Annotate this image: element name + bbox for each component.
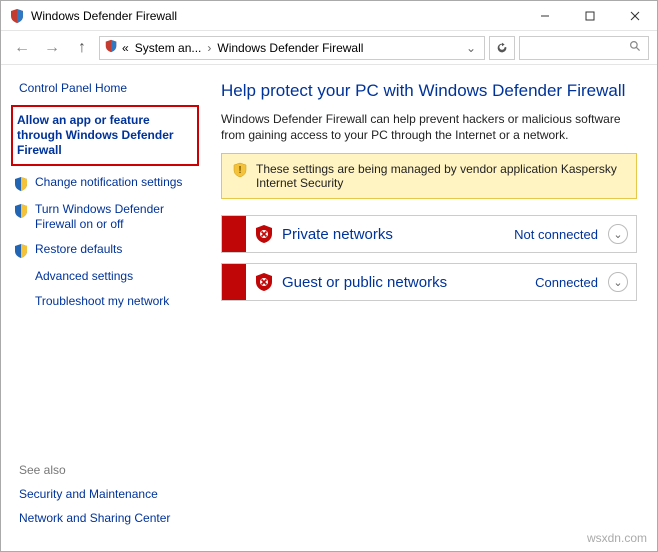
see-also-header: See also	[19, 463, 195, 477]
shield-icon	[13, 243, 29, 259]
sidebar-item-troubleshoot[interactable]: Troubleshoot my network	[9, 289, 201, 314]
sidebar: Control Panel Home Allow an app or featu…	[1, 65, 209, 551]
shield-icon	[13, 176, 29, 192]
control-panel-home-link[interactable]: Control Panel Home	[9, 79, 201, 105]
network-status: Connected	[535, 275, 598, 290]
breadcrumb-dropdown-icon[interactable]: ⌄	[462, 41, 480, 55]
sidebar-item-label: Advanced settings	[35, 269, 133, 284]
status-redbar	[222, 216, 246, 252]
refresh-button[interactable]	[489, 36, 515, 60]
network-status: Not connected	[514, 227, 598, 242]
sidebar-item-label: Allow an app or feature through Windows …	[17, 113, 191, 158]
page-description: Windows Defender Firewall can help preve…	[221, 111, 637, 143]
sidebar-item-allow-app[interactable]: Allow an app or feature through Windows …	[11, 105, 199, 166]
sidebar-item-label: Turn Windows Defender Firewall on or off	[35, 202, 195, 232]
breadcrumb[interactable]: « System an... › Windows Defender Firewa…	[99, 36, 485, 60]
search-icon	[629, 40, 642, 56]
warning-text: These settings are being managed by vend…	[256, 162, 626, 190]
sidebar-item-label: Troubleshoot my network	[35, 294, 169, 309]
up-button[interactable]: ↑	[69, 35, 95, 61]
firewall-app-icon	[9, 8, 25, 24]
breadcrumb-root-symbol: «	[120, 41, 131, 55]
sidebar-item-label: Restore defaults	[35, 242, 122, 257]
chevron-right-icon: ›	[205, 41, 213, 55]
network-name: Private networks	[282, 226, 514, 243]
watermark-text: wsxdn.com	[587, 531, 647, 545]
chevron-down-icon[interactable]: ⌄	[608, 224, 628, 244]
minimize-button[interactable]	[522, 1, 567, 31]
address-bar: ← → ↑ « System an... › Windows Defender …	[1, 31, 657, 65]
back-button[interactable]: ←	[9, 35, 35, 61]
search-input[interactable]	[519, 36, 649, 60]
shield-icon	[13, 203, 29, 219]
forward-button[interactable]: →	[39, 35, 65, 61]
chevron-down-icon[interactable]: ⌄	[608, 272, 628, 292]
network-section-private[interactable]: Private networks Not connected ⌄	[221, 215, 637, 253]
warning-icon: !	[232, 162, 248, 190]
see-also-link-security[interactable]: Security and Maintenance	[19, 487, 195, 501]
breadcrumb-root-icon	[104, 39, 118, 56]
see-also-link-network[interactable]: Network and Sharing Center	[19, 511, 195, 525]
sidebar-item-advanced-settings[interactable]: Advanced settings	[9, 264, 201, 289]
svg-text:!: !	[238, 165, 241, 176]
status-redbar	[222, 264, 246, 300]
breadcrumb-item[interactable]: Windows Defender Firewall	[215, 41, 365, 55]
sidebar-item-label: Change notification settings	[35, 175, 182, 190]
network-name: Guest or public networks	[282, 274, 535, 291]
main-panel: Help protect your PC with Windows Defend…	[209, 65, 657, 551]
see-also-section: See also Security and Maintenance Networ…	[9, 463, 201, 541]
sidebar-item-change-notifications[interactable]: Change notification settings	[9, 170, 201, 197]
sidebar-item-turn-firewall[interactable]: Turn Windows Defender Firewall on or off	[9, 197, 201, 237]
close-button[interactable]	[612, 1, 657, 31]
sidebar-item-restore-defaults[interactable]: Restore defaults	[9, 237, 201, 264]
maximize-button[interactable]	[567, 1, 612, 31]
shield-blocked-icon	[254, 272, 274, 292]
window-title: Windows Defender Firewall	[31, 9, 177, 23]
titlebar: Windows Defender Firewall	[1, 1, 657, 31]
warning-banner: ! These settings are being managed by ve…	[221, 153, 637, 199]
breadcrumb-item[interactable]: System an...	[133, 41, 204, 55]
network-section-public[interactable]: Guest or public networks Connected ⌄	[221, 263, 637, 301]
shield-blocked-icon	[254, 224, 274, 244]
page-title: Help protect your PC with Windows Defend…	[221, 81, 637, 101]
